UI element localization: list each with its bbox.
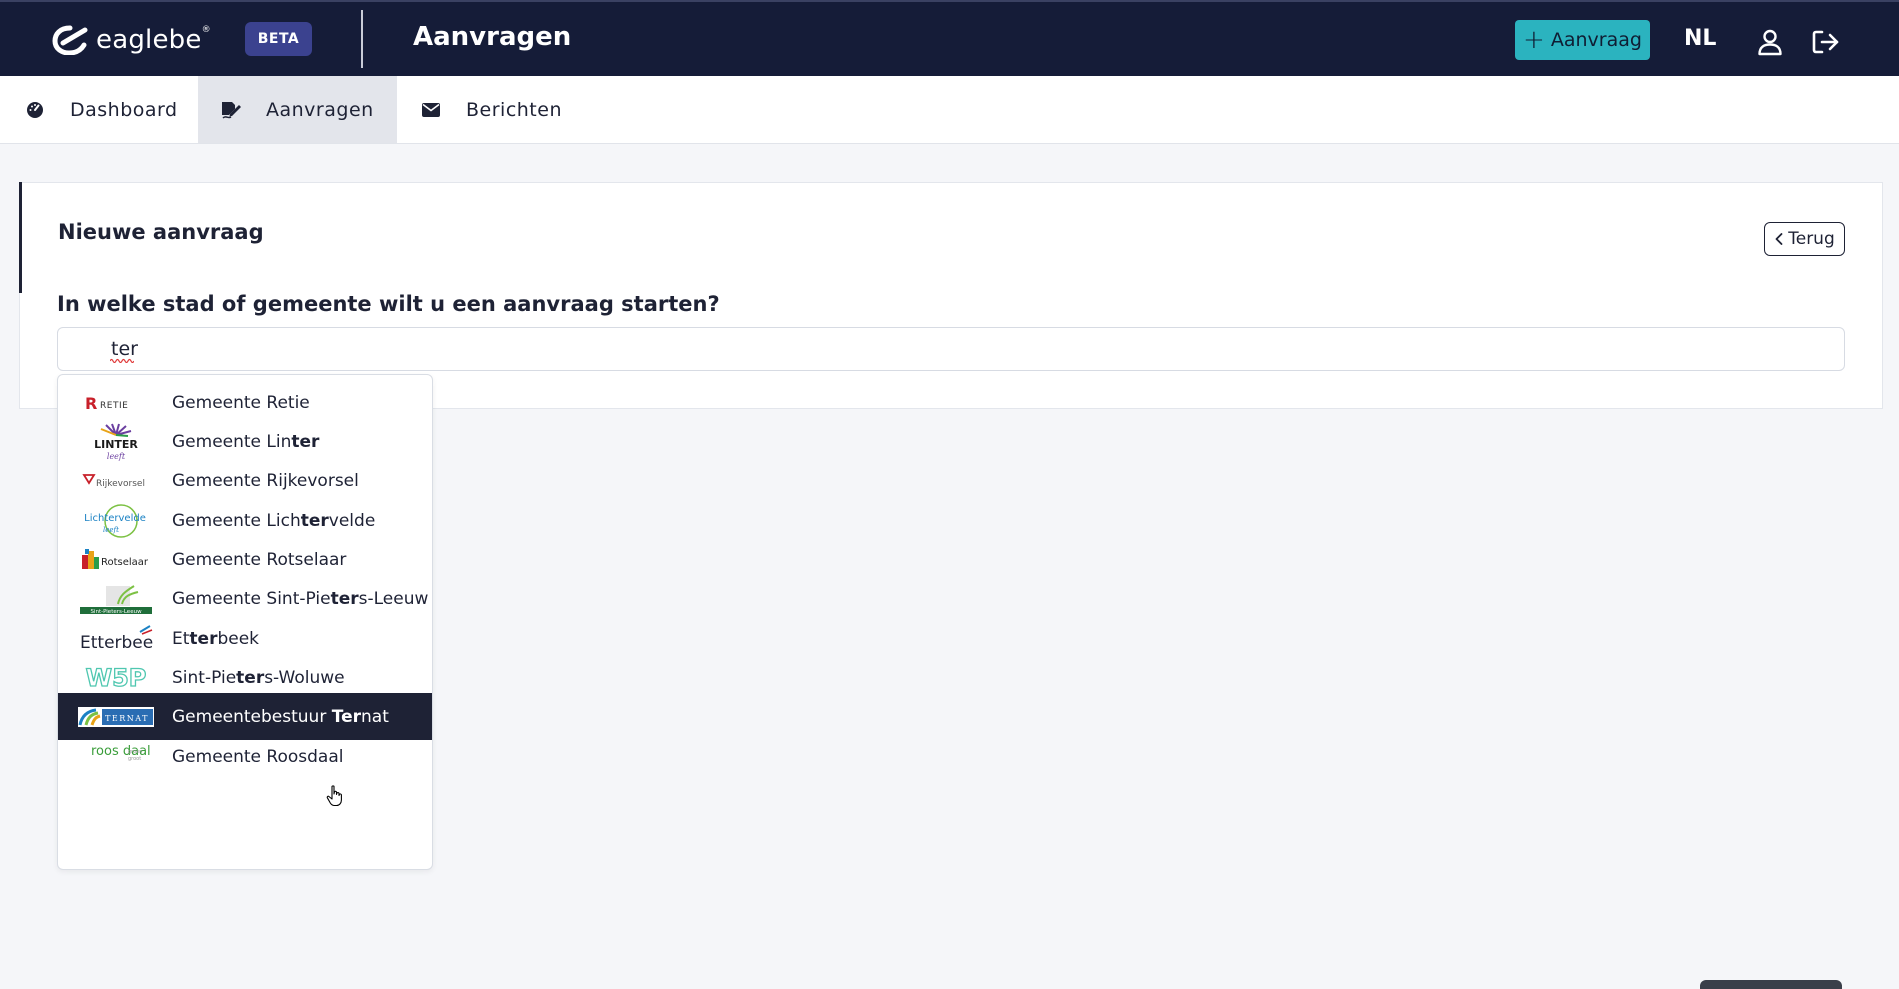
svg-text:leeft: leeft — [103, 526, 119, 534]
logo-text: Rijkevorsel — [96, 479, 145, 489]
envelope-icon — [420, 99, 442, 121]
option-label: Gemeente Lichtervelde — [172, 510, 376, 531]
tab-aanvragen[interactable]: Aanvragen — [198, 76, 397, 143]
chevron-left-icon — [1775, 233, 1783, 245]
roosdaal-logo: roos daal groen groot — [78, 738, 154, 776]
tab-berichten-label: Berichten — [466, 98, 562, 121]
logo-text: Rotselaar — [101, 557, 149, 568]
option-label: Etterbeek — [172, 628, 260, 649]
municipality-option[interactable]: roos daal groen groot Gemeente Roosdaal — [58, 733, 432, 780]
svg-text:groot: groot — [128, 756, 141, 762]
option-label: Gemeente Linter — [172, 431, 320, 452]
linter-logo: LINTER leeft — [78, 423, 154, 461]
beta-badge: BETA — [245, 22, 312, 56]
back-button[interactable]: Terug — [1764, 222, 1845, 256]
svg-text:R: R — [85, 394, 97, 413]
feedback-tab[interactable] — [1700, 980, 1842, 989]
eaglebe-logo-icon — [52, 25, 88, 55]
municipality-question: In welke stad of gemeente wilt u een aan… — [57, 292, 720, 316]
option-label: Gemeentebestuur Ternat — [172, 706, 389, 727]
dashboard-gauge-icon — [24, 99, 46, 121]
rotselaar-logo: Rotselaar — [78, 541, 154, 579]
option-label: Gemeente Roosdaal — [172, 746, 344, 767]
user-profile-icon[interactable] — [1756, 28, 1784, 56]
logo-text: Etterbeek — [80, 633, 154, 653]
brand-name: eaglebe® — [96, 25, 211, 55]
option-label: Gemeente Sint-Pieters-Leeuw — [172, 588, 429, 609]
new-request-label: Aanvraag — [1550, 29, 1642, 51]
logo-text: Sint-Pieters-Leeuw — [90, 609, 142, 615]
retie-logo: R RETIE — [78, 384, 154, 422]
hand-pointer-cursor-icon — [326, 785, 342, 807]
tab-berichten[interactable]: Berichten — [397, 76, 597, 143]
option-label: Sint-Pieters-Woluwe — [172, 667, 345, 688]
card-accent-bar — [19, 182, 22, 293]
sint-pieters-woluwe-logo: W5P — [78, 659, 154, 697]
logout-icon[interactable] — [1811, 28, 1841, 56]
logo-text: RETIE — [100, 401, 128, 411]
plus-icon: + — [1523, 25, 1545, 55]
logo-text: TERNAT — [105, 714, 149, 723]
new-request-button[interactable]: + Aanvraag — [1515, 20, 1650, 60]
card-title: Nieuwe aanvraag — [58, 220, 264, 244]
svg-text:groen: groen — [128, 749, 142, 755]
logo-text: W5P — [86, 664, 147, 692]
spellcheck-underline — [110, 358, 134, 363]
etterbeek-logo: Etterbeek — [78, 620, 154, 658]
option-label: Gemeente Rijkevorsel — [172, 470, 359, 491]
logo-text: Lichtervelde — [84, 513, 146, 524]
brand-logo[interactable]: eaglebe® — [52, 24, 211, 56]
municipality-suggestions-dropdown: R RETIE Gemeente Retie LINTER leeft Gemeente … — [57, 374, 433, 870]
language-switcher[interactable]: NL — [1684, 26, 1716, 51]
top-navigation-bar: eaglebe® BETA Aanvragen + Aanvraag NL — [0, 0, 1899, 76]
topbar-divider — [361, 10, 363, 68]
tab-dashboard-label: Dashboard — [70, 98, 178, 121]
logo-text: LINTER — [94, 438, 138, 451]
page-title: Aanvragen — [413, 22, 572, 52]
sint-pieters-leeuw-logo: Sint-Pieters-Leeuw — [78, 580, 154, 618]
option-label: Gemeente Retie — [172, 392, 310, 413]
tab-dashboard[interactable]: Dashboard — [0, 76, 198, 143]
rijkevorsel-logo: Rijkevorsel — [78, 462, 154, 500]
main-tab-bar: Dashboard Aanvragen Berichten — [0, 76, 1899, 144]
back-button-label: Terug — [1788, 229, 1835, 249]
lichtervelde-logo: Lichtervelde leeft — [78, 502, 154, 540]
option-label: Gemeente Rotselaar — [172, 549, 347, 570]
ternat-logo: TERNAT — [78, 698, 154, 736]
tab-aanvragen-label: Aanvragen — [266, 98, 374, 121]
edit-signature-icon — [220, 99, 242, 121]
municipality-search-input[interactable] — [57, 327, 1845, 371]
